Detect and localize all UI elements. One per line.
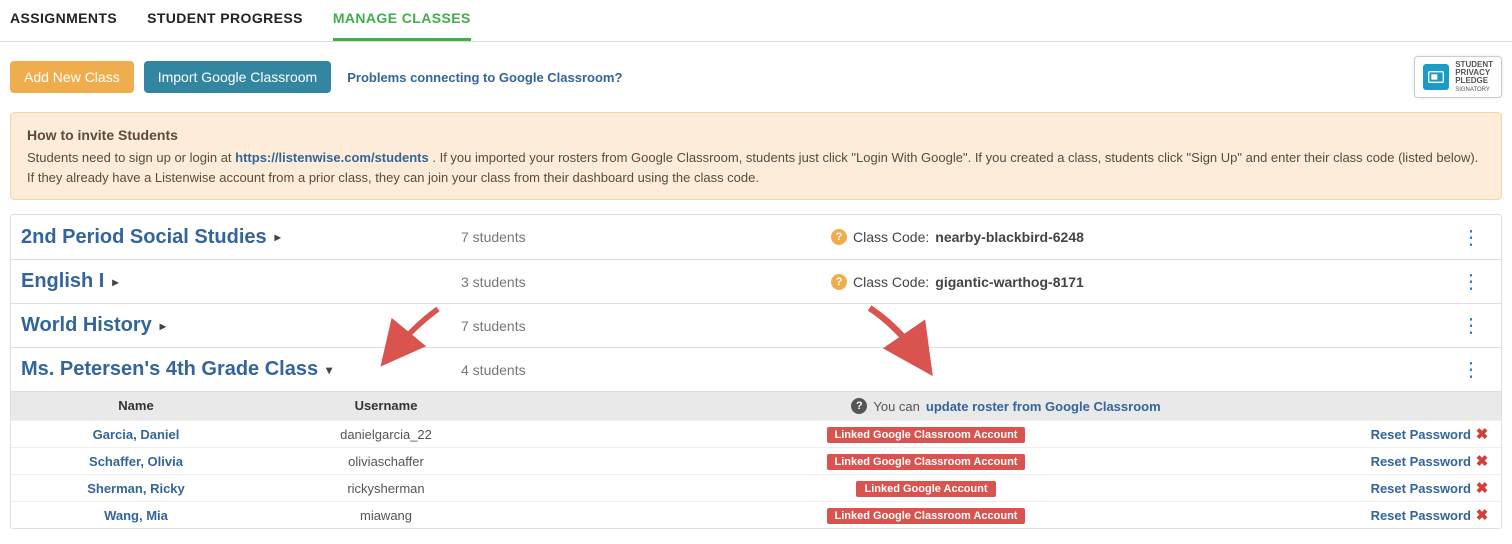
reset-password-link[interactable]: Reset Password xyxy=(1341,508,1471,523)
class-name-label: 2nd Period Social Studies xyxy=(21,226,267,249)
class-list: 2nd Period Social Studies ▸ 7 students ?… xyxy=(10,214,1502,529)
problems-connecting-link[interactable]: Problems connecting to Google Classroom? xyxy=(347,70,622,85)
linked-account-badge: Linked Google Classroom Account xyxy=(827,454,1026,470)
caret-right-icon: ▸ xyxy=(275,230,281,244)
update-roster-cell: ? You can update roster from Google Clas… xyxy=(511,398,1501,414)
tab-manage-classes[interactable]: MANAGE CLASSES xyxy=(333,0,471,41)
linked-account-badge: Linked Google Classroom Account xyxy=(827,427,1026,443)
alert-title: How to invite Students xyxy=(27,125,1485,146)
class-code-cell: ? Class Code: gigantic-warthog-8171 xyxy=(831,274,1441,290)
import-google-classroom-button[interactable]: Import Google Classroom xyxy=(144,61,332,93)
student-username: rickysherman xyxy=(261,481,511,496)
kebab-menu-icon[interactable]: ⋮ xyxy=(1441,357,1501,382)
kebab-menu-icon[interactable]: ⋮ xyxy=(1441,269,1501,294)
class-name-label: World History xyxy=(21,314,152,337)
alert-body-pre: Students need to sign up or login at xyxy=(27,150,235,165)
class-code-label: Class Code: xyxy=(853,274,929,290)
remove-student-icon[interactable]: ✖ xyxy=(1471,452,1501,470)
tabs-bar: ASSIGNMENTS STUDENT PROGRESS MANAGE CLAS… xyxy=(0,0,1512,42)
invite-students-alert: How to invite Students Students need to … xyxy=(10,112,1502,200)
student-privacy-pledge-badge[interactable]: STUDENT PRIVACY PLEDGE SIGNATORY xyxy=(1414,56,1502,98)
student-name-link[interactable]: Garcia, Daniel xyxy=(11,427,261,442)
class-name-label: English I xyxy=(21,270,104,293)
roster-row: Garcia, Daniel danielgarcia_22 Linked Go… xyxy=(11,420,1501,447)
student-count: 7 students xyxy=(461,229,831,245)
class-name-label: Ms. Petersen's 4th Grade Class xyxy=(21,358,318,381)
tab-assignments[interactable]: ASSIGNMENTS xyxy=(10,0,117,41)
update-roster-link[interactable]: update roster from Google Classroom xyxy=(926,399,1161,414)
help-icon[interactable]: ? xyxy=(831,274,847,290)
reset-password-link[interactable]: Reset Password xyxy=(1341,454,1471,469)
add-new-class-button[interactable]: Add New Class xyxy=(10,61,134,93)
class-row: Ms. Petersen's 4th Grade Class ▾ 4 stude… xyxy=(11,347,1501,391)
class-name-toggle[interactable]: World History ▸ xyxy=(11,314,461,337)
help-icon[interactable]: ? xyxy=(851,398,867,414)
student-name-link[interactable]: Sherman, Ricky xyxy=(11,481,261,496)
student-count: 3 students xyxy=(461,274,831,290)
caret-right-icon: ▸ xyxy=(112,275,118,289)
student-username: oliviaschaffer xyxy=(261,454,511,469)
students-signup-link[interactable]: https://listenwise.com/students xyxy=(235,150,429,165)
caret-right-icon: ▸ xyxy=(160,319,166,333)
privacy-pledge-icon xyxy=(1423,64,1449,90)
roster-header: Name Username ? You can update roster fr… xyxy=(11,391,1501,420)
remove-student-icon[interactable]: ✖ xyxy=(1471,425,1501,443)
student-name-link[interactable]: Schaffer, Olivia xyxy=(11,454,261,469)
class-row: English I ▸ 3 students ? Class Code: gig… xyxy=(11,259,1501,303)
student-count: 7 students xyxy=(461,318,831,334)
class-name-toggle[interactable]: 2nd Period Social Studies ▸ xyxy=(11,226,461,249)
student-username: miawang xyxy=(261,508,511,523)
class-row: 2nd Period Social Studies ▸ 7 students ?… xyxy=(11,215,1501,259)
class-name-toggle[interactable]: Ms. Petersen's 4th Grade Class ▾ xyxy=(11,358,461,381)
roster-row: Wang, Mia miawang Linked Google Classroo… xyxy=(11,501,1501,528)
remove-student-icon[interactable]: ✖ xyxy=(1471,479,1501,497)
kebab-menu-icon[interactable]: ⋮ xyxy=(1441,313,1501,338)
class-code-cell: ? Class Code: nearby-blackbird-6248 xyxy=(831,229,1441,245)
linked-account-badge: Linked Google Classroom Account xyxy=(827,508,1026,524)
class-row: World History ▸ 7 students ⋮ xyxy=(11,303,1501,347)
remove-student-icon[interactable]: ✖ xyxy=(1471,506,1501,524)
reset-password-link[interactable]: Reset Password xyxy=(1341,427,1471,442)
student-count: 4 students xyxy=(461,362,831,378)
tab-student-progress[interactable]: STUDENT PROGRESS xyxy=(147,0,303,41)
roster-row: Sherman, Ricky rickysherman Linked Googl… xyxy=(11,474,1501,501)
toolbar: Add New Class Import Google Classroom Pr… xyxy=(0,42,1512,112)
col-username: Username xyxy=(261,398,511,414)
kebab-menu-icon[interactable]: ⋮ xyxy=(1441,225,1501,250)
class-name-toggle[interactable]: English I ▸ xyxy=(11,270,461,293)
caret-down-icon: ▾ xyxy=(326,363,332,377)
col-name: Name xyxy=(11,398,261,414)
class-code-value: nearby-blackbird-6248 xyxy=(935,229,1084,245)
help-icon[interactable]: ? xyxy=(831,229,847,245)
roster-row: Schaffer, Olivia oliviaschaffer Linked G… xyxy=(11,447,1501,474)
class-code-label: Class Code: xyxy=(853,229,929,245)
student-name-link[interactable]: Wang, Mia xyxy=(11,508,261,523)
linked-account-badge: Linked Google Account xyxy=(856,481,995,497)
update-roster-pre: You can xyxy=(873,399,920,414)
privacy-pledge-text: STUDENT PRIVACY PLEDGE SIGNATORY xyxy=(1455,61,1493,93)
reset-password-link[interactable]: Reset Password xyxy=(1341,481,1471,496)
class-code-value: gigantic-warthog-8171 xyxy=(935,274,1084,290)
student-username: danielgarcia_22 xyxy=(261,427,511,442)
